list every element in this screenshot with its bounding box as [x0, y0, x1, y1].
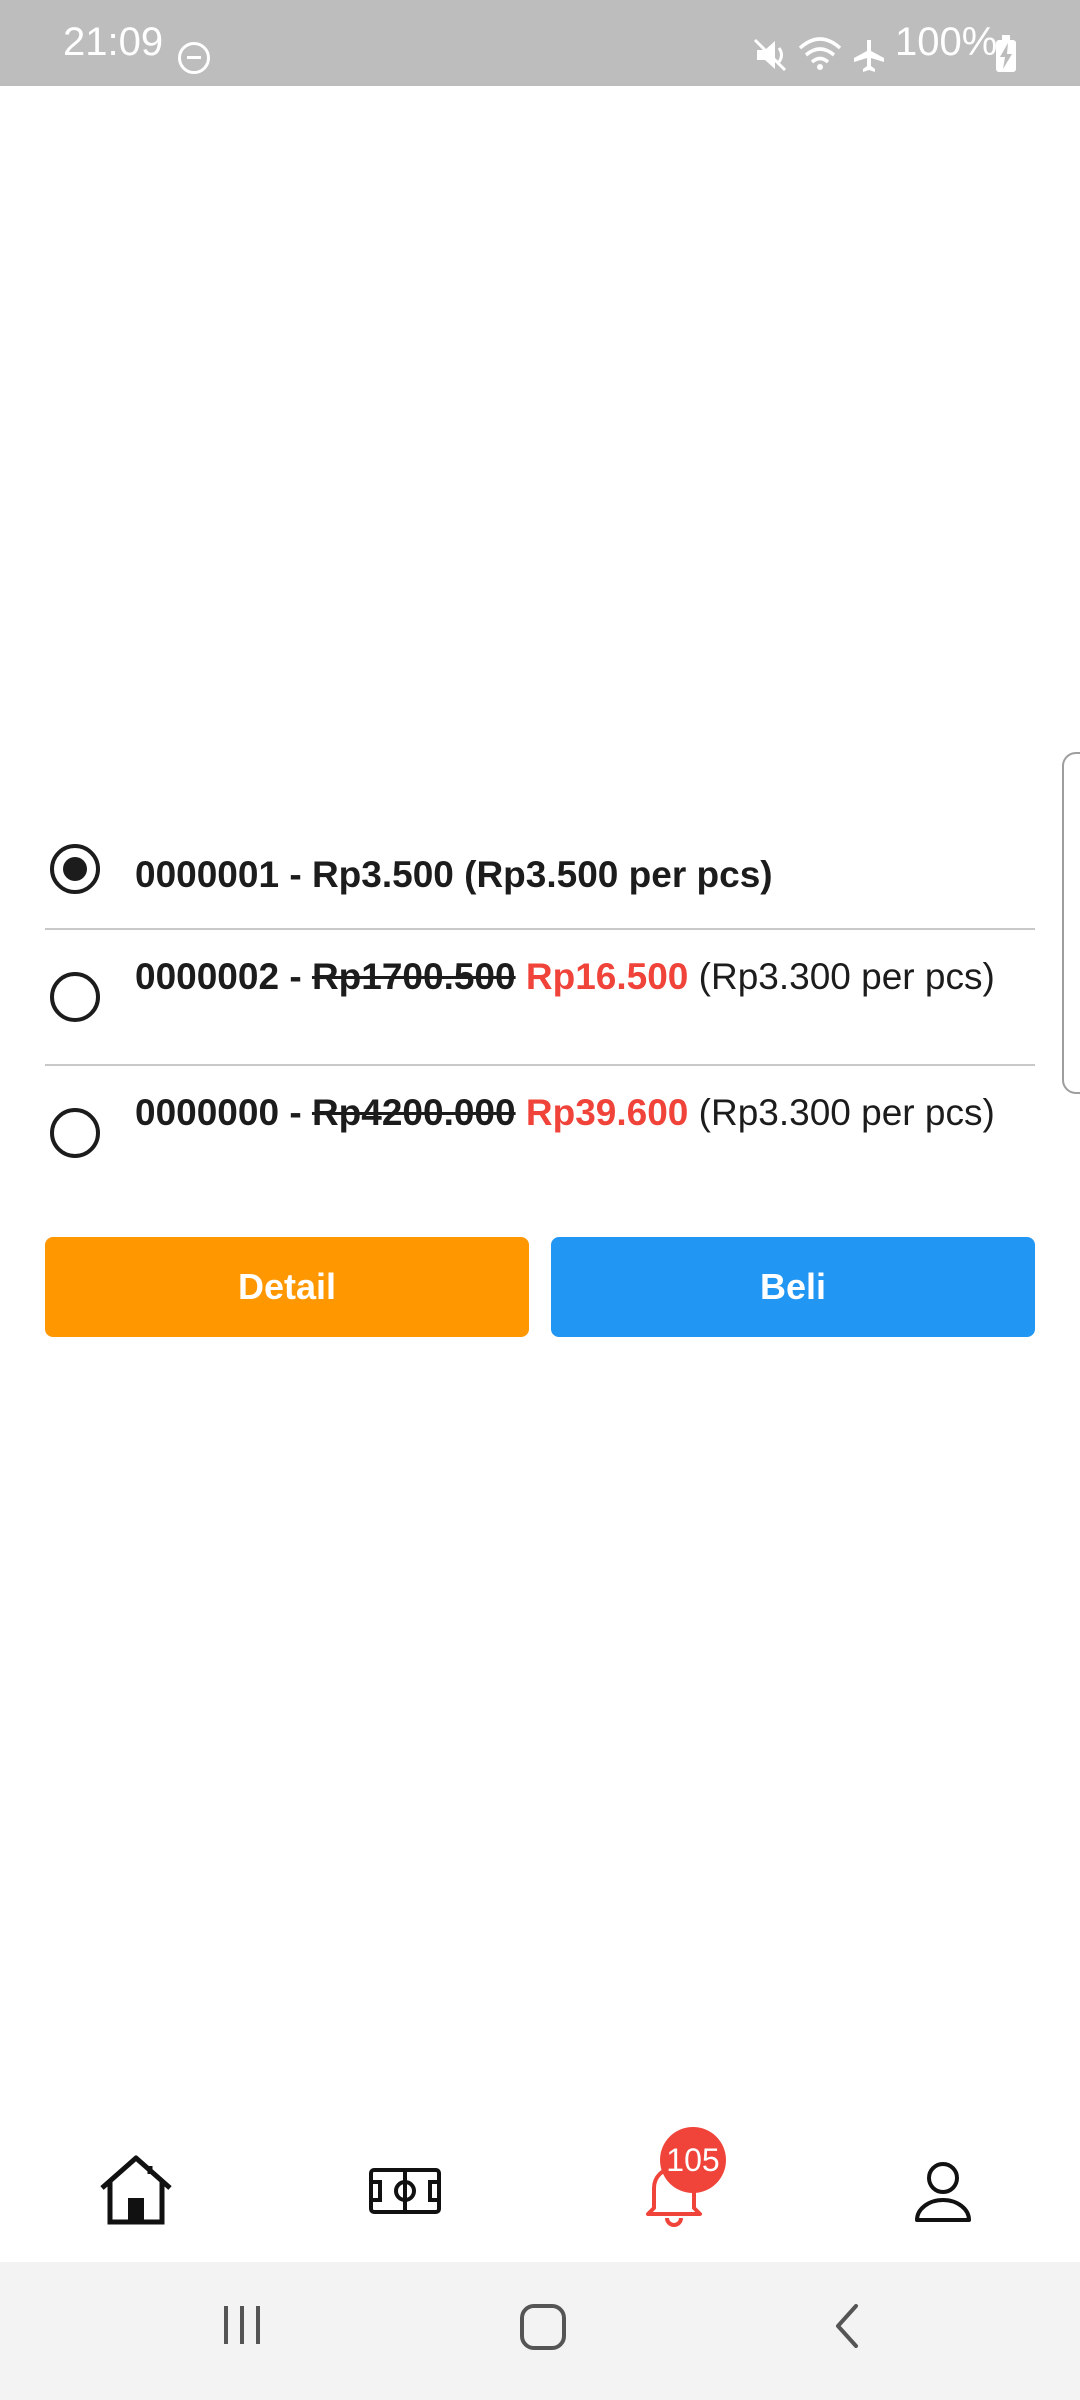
status-bar: 21:09 100%	[0, 0, 1080, 86]
detail-button[interactable]: Detail	[45, 1237, 529, 1337]
battery-charging-icon	[996, 35, 1016, 72]
variant-price: Rp3.500	[311, 854, 454, 895]
radio-selected[interactable]	[50, 844, 100, 894]
variant-option[interactable]: 0000000 - Rp4200.000 Rp39.600 (Rp3.300 p…	[45, 1066, 1035, 1200]
notification-badge: 105	[660, 2127, 726, 2193]
wifi-icon	[798, 37, 842, 70]
radio-unselected[interactable]	[50, 1108, 100, 1158]
variant-original-price: Rp1700.500	[311, 956, 516, 997]
variant-price: Rp16.500	[525, 956, 689, 997]
variant-separator: -	[279, 956, 312, 997]
variant-unit-note: (Rp3.300 per pcs)	[698, 956, 995, 997]
variant-option-text: 0000001 - Rp3.500 (Rp3.500 per pcs)	[135, 852, 1015, 897]
system-navigation-bar	[0, 2262, 1080, 2400]
home-icon[interactable]	[518, 2302, 568, 2352]
buy-button[interactable]: Beli	[551, 1237, 1035, 1337]
variant-option-text: 0000002 - Rp1700.500 Rp16.500 (Rp3.300 p…	[135, 954, 1015, 999]
variant-separator: -	[279, 854, 312, 895]
variant-separator: -	[279, 1092, 312, 1133]
bottom-navigation	[0, 2110, 1080, 2262]
variant-id: 0000001	[135, 854, 280, 895]
field-icon[interactable]	[365, 2150, 445, 2230]
mute-icon	[753, 38, 787, 72]
recent-apps-icon[interactable]	[220, 2302, 264, 2348]
variant-original-price: Rp4200.000	[311, 1092, 516, 1133]
variant-id: 0000000	[135, 1092, 280, 1133]
radio-unselected[interactable]	[50, 972, 100, 1022]
scroll-edge-handle[interactable]	[1062, 752, 1080, 1094]
back-icon[interactable]	[830, 2302, 864, 2350]
do-not-disturb-icon	[178, 42, 210, 74]
variant-unit-note: (Rp3.300 per pcs)	[698, 1092, 995, 1133]
variant-option-list: 0000001 - Rp3.500 (Rp3.500 per pcs) 0000…	[45, 828, 1035, 1200]
home-icon[interactable]	[96, 2150, 176, 2230]
battery-percentage: 100%	[895, 20, 998, 64]
variant-option[interactable]: 0000001 - Rp3.500 (Rp3.500 per pcs)	[45, 828, 1035, 930]
variant-id: 0000002	[135, 956, 280, 997]
variant-price: Rp39.600	[525, 1092, 689, 1133]
status-time: 21:09	[63, 20, 164, 64]
variant-option[interactable]: 0000002 - Rp1700.500 Rp16.500 (Rp3.300 p…	[45, 930, 1035, 1066]
variant-unit-note: (Rp3.500 per pcs)	[464, 854, 773, 895]
profile-icon[interactable]	[903, 2150, 983, 2230]
airplane-icon	[854, 40, 884, 72]
variant-option-text: 0000000 - Rp4200.000 Rp39.600 (Rp3.300 p…	[135, 1090, 1015, 1135]
